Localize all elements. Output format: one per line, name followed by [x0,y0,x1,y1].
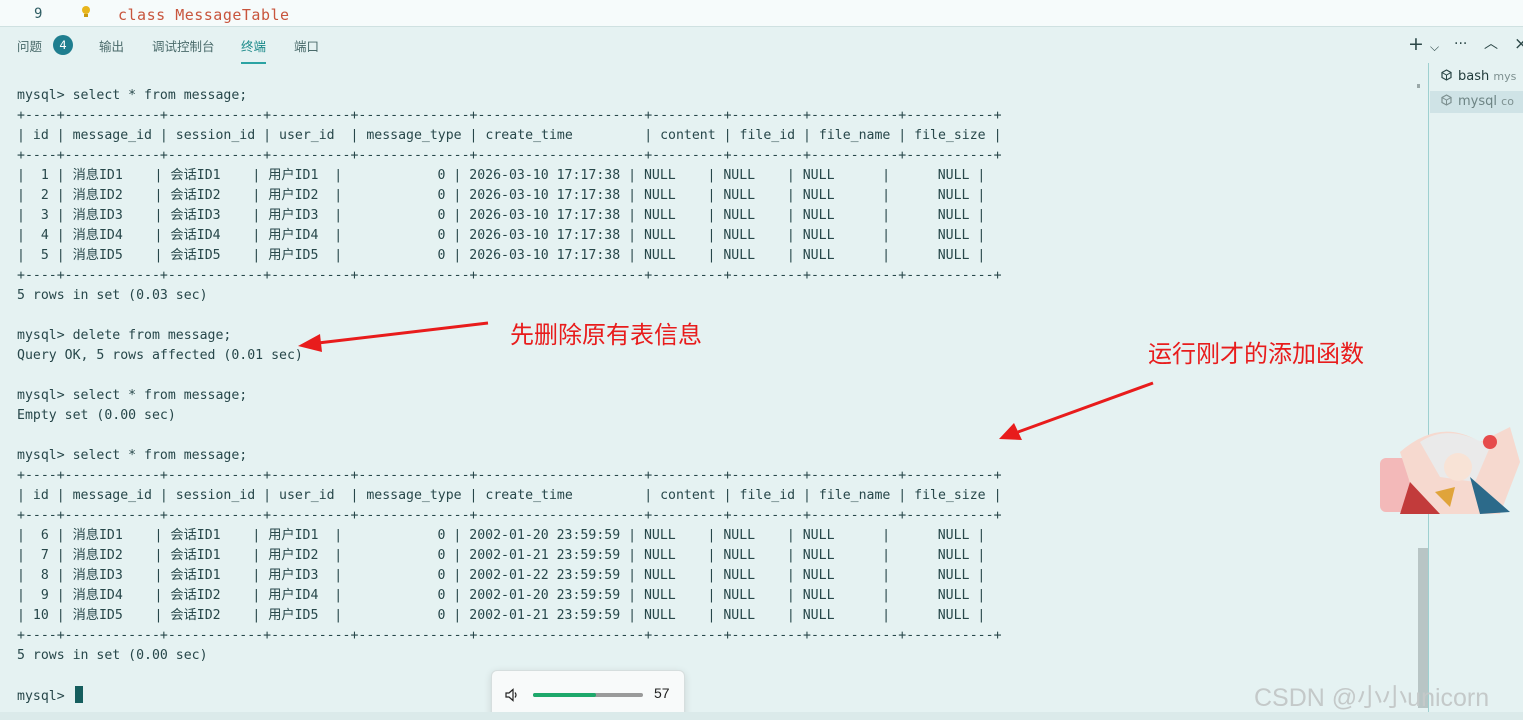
volume-slider[interactable] [533,693,643,697]
csdn-watermark: CSDN @小小unicorn [1254,684,1490,712]
volume-slider-fill [533,693,596,697]
anime-avatar-image [1380,427,1520,514]
volume-value: 57 [654,685,670,701]
annotation-run-note: 运行刚才的添加函数 [1148,340,1364,368]
arrow-delete [298,321,489,352]
annotation-delete-note: 先删除原有表信息 [510,321,702,349]
status-bar [0,712,1523,720]
speaker-icon[interactable] [504,687,520,703]
arrow-run [999,381,1154,440]
